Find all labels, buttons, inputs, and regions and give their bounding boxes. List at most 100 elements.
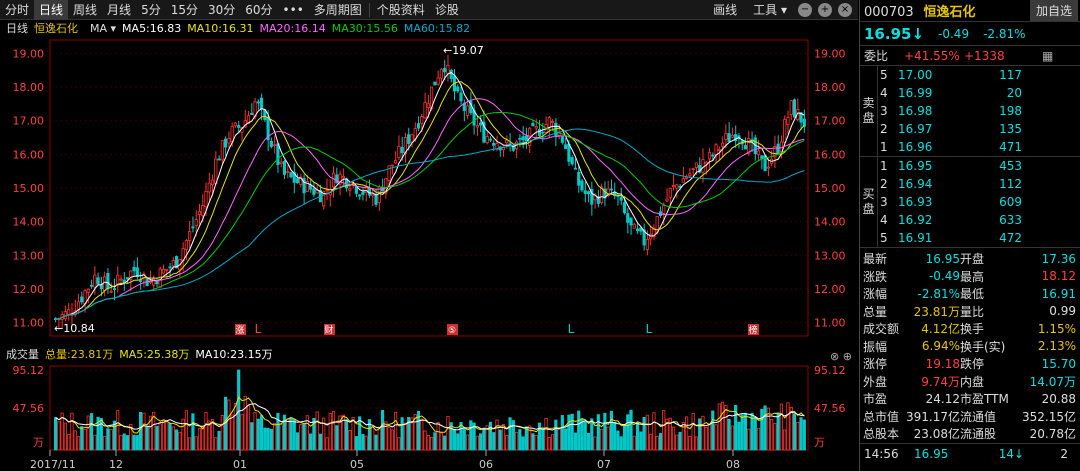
diagnose-button[interactable]: 诊股 [430,0,464,20]
candle-body [168,266,172,269]
candle-body [668,188,672,198]
multi-period-button[interactable]: 多周期图 [309,0,367,20]
plus-icon[interactable]: + [818,3,832,17]
volume-bar [469,420,473,451]
volume-bar [237,369,241,451]
volume-bar [174,429,179,451]
sell-level-1[interactable]: 1 16.96 471 [878,138,1080,156]
stat-label: 最低 [960,287,985,302]
candle-body [518,137,522,140]
volume-bar [521,436,525,451]
candle-body [436,77,440,85]
more-periods-button[interactable]: ••• [278,0,309,20]
candle-body [374,193,378,205]
tab-weekly[interactable]: 周线 [68,0,102,20]
level-number: 2 [880,122,888,136]
volume-bar [655,436,659,451]
volume-bar [155,425,159,451]
volume-tick-label: 95.12 [13,364,45,377]
level-number: 4 [880,213,888,227]
volume-chart[interactable]: 95.12 95.12 47.56 47.56 万 万 2017/11 12 01 05 06 07… [0,346,858,471]
stat-value: 2.13% [1037,339,1076,354]
volume-bar [698,418,702,451]
minus-icon[interactable]: − [798,3,812,17]
stat-label: 流通股 [960,427,997,442]
tab-30min[interactable]: 30分 [203,0,240,20]
volume-bar [263,427,267,451]
ma20-value: MA20:16.14 [259,21,326,35]
tab-15min[interactable]: 15分 [166,0,203,20]
stock-code: 000703 [864,5,914,20]
candle-body [109,290,113,293]
volume-bar [57,421,61,451]
buy-level-5[interactable]: 5 16.91 472 [878,229,1080,247]
candle-body [681,177,685,183]
candle-body [577,172,581,186]
draw-line-button[interactable]: 画线 [708,0,742,20]
sell-level-3[interactable]: 3 16.98 198 [878,102,1080,120]
tab-monthly[interactable]: 月线 [102,0,136,20]
volume-bar [763,405,767,451]
volume-bar [452,428,457,451]
buy-level-2[interactable]: 2 16.94 112 [878,175,1080,193]
candle-body [397,145,401,158]
sell-level-5[interactable]: 5 17.00 117 [878,66,1080,84]
grid-icon[interactable]: ▦ [1042,49,1053,63]
tab-60min[interactable]: 60分 [240,0,277,20]
volume-bar [642,417,646,451]
volume-bar [400,417,404,451]
volume-bar [704,427,708,451]
candle-body [560,136,564,143]
stock-name-label: 恒逸石化 [34,22,78,35]
volume-bar [583,420,587,451]
volume-bar [554,419,558,451]
buy-level-4[interactable]: 4 16.92 633 [878,211,1080,229]
candle-body [416,123,421,129]
stat-value: 18.12 [1041,269,1076,284]
event-marker: L [255,322,262,336]
candle-body [426,103,430,108]
stat-label: 最新 [863,252,888,267]
ma-selector[interactable]: MA ▾ [84,22,116,35]
candle-body [394,159,398,164]
tab-intraday[interactable]: 分时 [0,0,34,20]
stat-label: 换手 [960,322,985,337]
buy-level-1[interactable]: 1 16.95 453 [878,157,1080,175]
candle-body [707,151,712,160]
volume-bar [178,431,182,451]
stat-row: 涨停 19.18 跌停 15.70 [860,355,1080,373]
candle-body [524,135,528,141]
add-watchlist-button[interactable]: 加自选 [1029,0,1078,21]
volume-bar [230,414,234,451]
candle-body [122,279,126,283]
candlestick-chart[interactable]: 19.00 18.00 17.00 16.00 15.00 14.00 13.00 12.00… [0,36,858,346]
volume-bar [436,422,440,451]
buy-book: 买盘 1 16.95 453 2 16.94 112 3 16.93 609 4 16.92 633 5… [860,157,1080,248]
tab-5min[interactable]: 5分 [136,0,166,20]
buy-level-3[interactable]: 3 16.93 609 [878,193,1080,211]
volume-bar [188,437,192,451]
candle-body [335,174,339,184]
candle-body [685,176,689,179]
x-tick-label: 08 [726,458,740,471]
volume-bar [135,435,139,451]
level-number: 4 [880,86,888,100]
tab-daily[interactable]: 日线 [34,0,69,20]
stat-label: 换手(实) [960,339,1006,354]
y-tick-label: 13.00 [13,249,45,262]
volume-bar [779,403,784,451]
volume-bar [122,433,126,451]
candle-body [217,158,221,161]
volume-bar [701,415,705,451]
sell-level-2[interactable]: 2 16.97 135 [878,120,1080,138]
volume-bar [240,414,244,451]
stock-info-button[interactable]: 个股资料 [372,0,430,20]
volume-bar [789,406,793,451]
webi-diff: +1338 [964,48,1005,63]
sell-level-4[interactable]: 4 16.99 20 [878,84,1080,102]
close-icon[interactable]: × [838,3,852,17]
volume-bar [364,435,368,451]
stat-row: 总市值 391.17亿 流通值 352.15亿 [860,408,1080,426]
candle-body [331,172,336,188]
tools-menu-button[interactable]: 工具 ▾ [748,0,792,20]
